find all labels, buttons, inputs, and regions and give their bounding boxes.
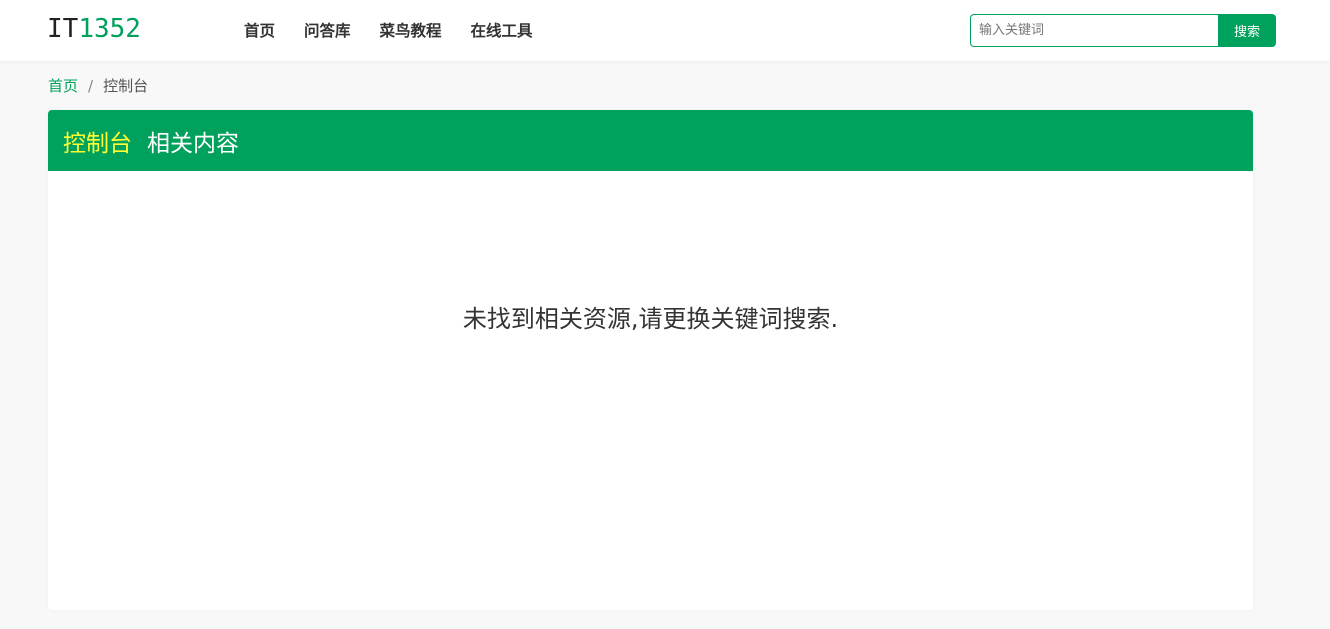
panel-body: 未找到相关资源,请更换关键词搜索. bbox=[48, 171, 1253, 610]
panel-title: 相关内容 bbox=[147, 130, 239, 157]
empty-result-message: 未找到相关资源,请更换关键词搜索. bbox=[462, 305, 839, 333]
search-button[interactable]: 搜索 bbox=[1218, 14, 1276, 47]
logo-text-number: 1352 bbox=[78, 14, 141, 44]
main-nav: 首页 问答库 菜鸟教程 在线工具 bbox=[244, 20, 562, 42]
nav-item-qa[interactable]: 问答库 bbox=[304, 20, 351, 42]
nav-item-tutorials[interactable]: 菜鸟教程 bbox=[380, 20, 442, 42]
nav-item-home[interactable]: 首页 bbox=[244, 20, 275, 42]
breadcrumb: 首页 / 控制台 bbox=[48, 75, 148, 97]
breadcrumb-current: 控制台 bbox=[103, 77, 149, 95]
search-form: 搜索 bbox=[970, 14, 1276, 47]
panel-keyword: 控制台 bbox=[63, 130, 132, 157]
panel-header: 控制台 相关内容 bbox=[48, 110, 1253, 171]
nav-item-online-tools[interactable]: 在线工具 bbox=[471, 20, 533, 42]
breadcrumb-home-link[interactable]: 首页 bbox=[48, 75, 78, 97]
logo-text-it: IT bbox=[47, 14, 79, 44]
search-input[interactable] bbox=[970, 14, 1218, 47]
breadcrumb-separator: / bbox=[88, 77, 94, 95]
results-panel: 控制台 相关内容 未找到相关资源,请更换关键词搜索. bbox=[48, 110, 1253, 610]
top-header: IT1352 首页 问答库 菜鸟教程 在线工具 搜索 bbox=[0, 0, 1330, 61]
site-logo[interactable]: IT 1352 bbox=[47, 14, 141, 44]
